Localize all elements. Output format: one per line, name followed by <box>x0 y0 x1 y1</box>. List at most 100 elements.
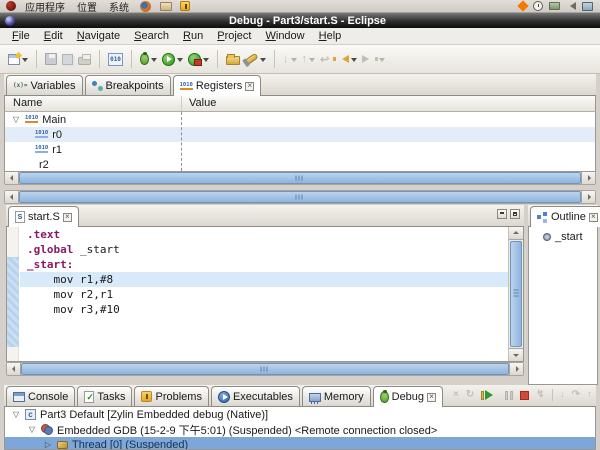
update-notifier-icon[interactable] <box>517 0 528 11</box>
desktop-menu-places[interactable]: 位置 <box>71 0 103 14</box>
run-button[interactable] <box>161 52 184 67</box>
register-group-row-main[interactable]: ▽ 1010 Main <box>5 112 595 127</box>
twisty-collapsed-icon[interactable]: ▷ <box>43 440 53 449</box>
maximize-icon[interactable] <box>510 209 520 219</box>
editor-horizontal-scrollbar[interactable] <box>6 362 524 376</box>
tab-tasks[interactable]: ✓ Tasks <box>77 386 132 406</box>
scroll-up-arrow[interactable] <box>509 227 523 240</box>
volume-icon[interactable] <box>566 2 576 10</box>
display-icon[interactable] <box>582 2 593 11</box>
binary-button[interactable]: 010 <box>107 52 124 67</box>
menu-edit[interactable]: Edit <box>37 29 70 43</box>
tab-variables[interactable]: (x)= Variables <box>6 75 83 95</box>
menu-window[interactable]: Window <box>258 29 311 43</box>
scroll-right-arrow[interactable] <box>581 191 595 203</box>
tab-memory[interactable]: Memory <box>302 386 371 406</box>
firefox-launcher-icon[interactable] <box>140 1 151 12</box>
clock-icon[interactable] <box>533 1 543 11</box>
tab-problems[interactable]: Problems <box>134 386 208 406</box>
debug-thread-row[interactable]: ▷ Thread [0] (Suspended) <box>5 437 595 450</box>
registers-horizontal-scrollbar[interactable] <box>4 171 596 185</box>
close-icon[interactable]: × <box>427 393 436 402</box>
code-editor[interactable]: .text .global _start _start: mov r1,#8 m… <box>20 227 508 361</box>
tab-console[interactable]: Console <box>6 386 75 406</box>
window-titlebar[interactable]: Debug - Part3/start.S - Eclipse <box>0 13 600 28</box>
close-icon[interactable]: × <box>589 213 598 222</box>
twisty-expanded-icon[interactable]: ▽ <box>27 425 37 434</box>
menu-run[interactable]: Run <box>176 29 210 43</box>
tab-outline[interactable]: Outline × <box>530 206 600 227</box>
twisty-expanded-icon[interactable]: ▽ <box>11 115 21 124</box>
minimize-icon[interactable] <box>497 209 507 219</box>
scroll-left-arrow[interactable] <box>5 191 19 203</box>
terminate-button[interactable] <box>520 391 529 400</box>
editor-pane-buttons <box>497 209 520 219</box>
search-button[interactable] <box>244 53 267 66</box>
column-header-name[interactable]: Name <box>5 96 181 111</box>
menu-project[interactable]: Project <box>210 29 258 43</box>
back-button[interactable] <box>333 53 358 66</box>
column-separator[interactable] <box>181 112 182 171</box>
step-over-button[interactable]: ↷ <box>572 389 580 401</box>
tab-executables[interactable]: Executables <box>211 386 300 406</box>
registers-view: (x)= Variables Breakpoints 1010 Register… <box>4 74 596 185</box>
forward-button[interactable] <box>361 53 386 66</box>
external-tools-button[interactable] <box>187 52 210 67</box>
scrollbar-thumb[interactable] <box>21 363 509 375</box>
registers-icon: 1010 <box>180 83 193 90</box>
scrollbar-thumb[interactable] <box>19 172 581 184</box>
save-all-button[interactable] <box>61 53 74 66</box>
register-row-r2[interactable]: r2 <box>5 157 595 172</box>
outline-item-start[interactable]: _start <box>529 227 597 243</box>
resume-button[interactable] <box>481 390 498 400</box>
suspend-button[interactable] <box>505 391 513 400</box>
dropdown-arrow-icon <box>260 58 266 65</box>
menu-help[interactable]: Help <box>312 29 349 43</box>
network-icon[interactable] <box>549 2 560 10</box>
dropdown-arrow-icon <box>151 58 157 65</box>
debug-process-row[interactable]: ▽ Embedded GDB (15-2-9 下午5:01) (Suspende… <box>5 422 595 437</box>
menu-search[interactable]: Search <box>127 29 176 43</box>
open-element-button[interactable] <box>225 52 241 66</box>
column-header-value[interactable]: Value <box>181 96 595 111</box>
last-edit-location-button[interactable]: ↩ <box>319 52 330 67</box>
previous-annotation-button[interactable]: ↑ <box>301 52 317 66</box>
next-annotation-button[interactable]: ↓ <box>282 52 298 66</box>
close-icon[interactable]: × <box>63 213 72 222</box>
scroll-left-arrow[interactable] <box>5 172 19 184</box>
new-wizard-button[interactable] <box>7 53 29 66</box>
tab-breakpoints[interactable]: Breakpoints <box>85 75 171 95</box>
scroll-right-arrow[interactable] <box>509 363 523 375</box>
register-row-r0[interactable]: 1010 r0 <box>5 127 595 142</box>
register-row-r1[interactable]: 1010 r1 <box>5 142 595 157</box>
twisty-expanded-icon[interactable]: ▽ <box>11 410 21 419</box>
debug-button[interactable] <box>139 52 158 66</box>
print-button[interactable] <box>77 52 92 66</box>
mail-launcher-icon[interactable] <box>160 2 172 11</box>
scrollbar-thumb[interactable] <box>510 241 522 347</box>
remove-all-terminated-button[interactable]: × <box>453 389 459 401</box>
desktop-menu-system[interactable]: 系统 <box>103 0 135 14</box>
disconnect-button[interactable]: ↯ <box>536 389 544 401</box>
scroll-right-arrow[interactable] <box>581 172 595 184</box>
desktop-menu-applications[interactable]: 应用程序 <box>19 0 71 14</box>
ubuntu-logo-icon[interactable] <box>6 1 16 11</box>
menu-file[interactable]: File <box>5 29 37 43</box>
tab-start-s[interactable]: S start.S × <box>8 206 79 227</box>
editor-vertical-scrollbar[interactable] <box>508 227 523 361</box>
software-update-icon[interactable] <box>180 1 190 11</box>
close-icon[interactable]: × <box>245 82 254 91</box>
view-outer-horizontal-scrollbar[interactable] <box>4 190 596 204</box>
save-button[interactable] <box>44 52 58 66</box>
step-into-button[interactable]: ↓ <box>560 389 565 401</box>
tab-registers[interactable]: 1010 Registers × <box>173 75 262 96</box>
tab-label: Executables <box>233 391 293 403</box>
step-return-button[interactable]: ↑ <box>587 389 592 401</box>
scroll-down-arrow[interactable] <box>509 348 523 361</box>
scrollbar-thumb[interactable] <box>19 191 581 203</box>
debug-launch-row[interactable]: ▽ c Part3 Default [Zylin Embedded debug … <box>5 407 595 422</box>
tab-debug[interactable]: Debug × <box>373 386 443 407</box>
relaunch-button[interactable]: ↻ <box>466 389 474 401</box>
scroll-left-arrow[interactable] <box>7 363 21 375</box>
menu-navigate[interactable]: Navigate <box>70 29 127 43</box>
